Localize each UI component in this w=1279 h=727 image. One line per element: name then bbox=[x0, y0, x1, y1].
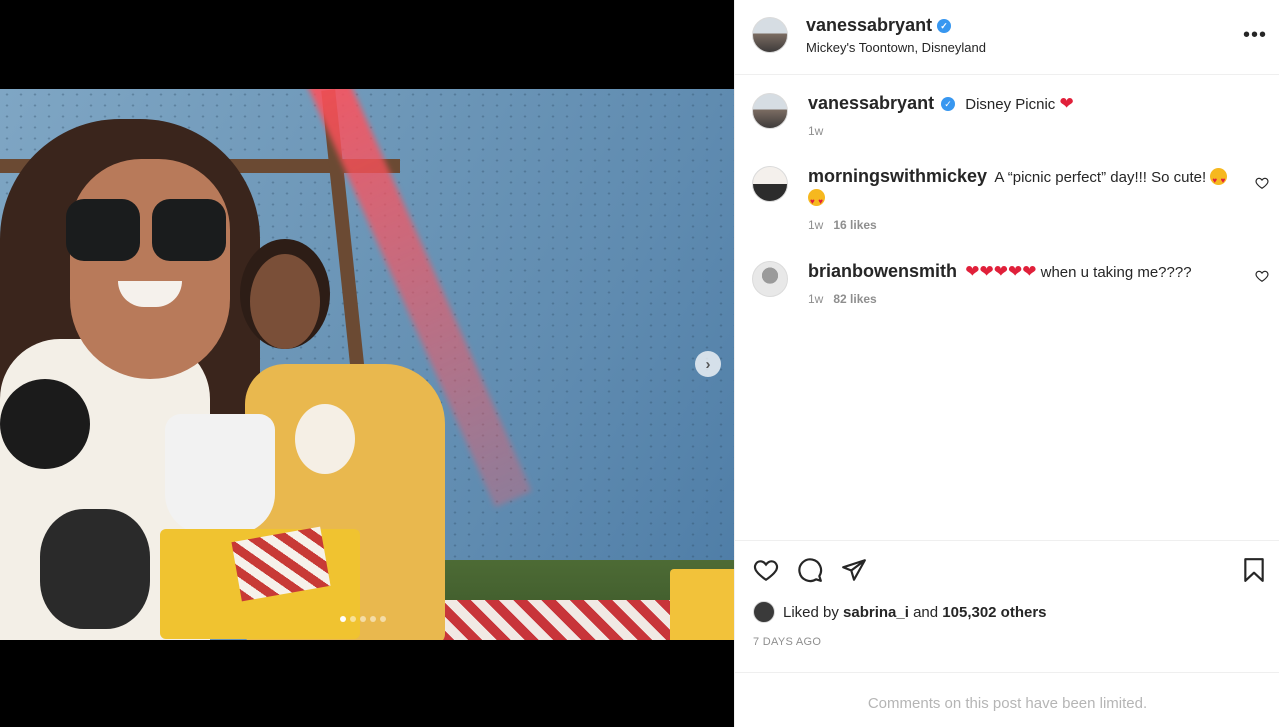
liked-by-prefix: Liked by bbox=[783, 603, 839, 621]
liked-by-user[interactable]: sabrina_i bbox=[843, 604, 909, 621]
carousel-dots bbox=[340, 616, 386, 622]
more-horizontal-icon: ••• bbox=[1243, 24, 1268, 46]
avatar[interactable] bbox=[753, 601, 775, 623]
liked-by-and: and bbox=[913, 603, 939, 621]
verified-badge-icon: ✓ bbox=[937, 19, 951, 33]
comment-time: 1w bbox=[808, 218, 824, 232]
carousel-dot bbox=[340, 616, 346, 622]
heart-outline-icon[interactable] bbox=[753, 557, 779, 583]
post-header: vanessabryant ✓ Mickey's Toontown, Disne… bbox=[735, 0, 1279, 75]
more-options-button[interactable]: ••• bbox=[1243, 24, 1267, 47]
carousel-dot bbox=[370, 616, 376, 622]
liked-by: Liked by sabrina_i and 105,302 others bbox=[753, 601, 1047, 623]
comment-username[interactable]: morningswithmickey bbox=[808, 166, 987, 186]
comment-text: A “picnic perfect” day!!! So cute! bbox=[994, 169, 1207, 186]
avatar[interactable] bbox=[752, 17, 788, 53]
bookmark-icon[interactable] bbox=[1241, 557, 1267, 583]
carousel-dot bbox=[350, 616, 356, 622]
avatar[interactable] bbox=[752, 261, 788, 297]
carousel-next-button[interactable]: › bbox=[695, 351, 721, 377]
red-heart-emoji-icon: ❤ bbox=[979, 262, 994, 281]
comments-limited-notice: Comments on this post have been limited. bbox=[735, 672, 1279, 727]
post-side-panel: vanessabryant ✓ Mickey's Toontown, Disne… bbox=[734, 0, 1279, 727]
caption-text: Disney Picnic bbox=[965, 96, 1056, 113]
carousel-dot bbox=[380, 616, 386, 622]
caption-time: 1w bbox=[808, 124, 824, 138]
post-timestamp[interactable]: 7 DAYS AGO bbox=[753, 636, 821, 648]
post-media: › bbox=[0, 0, 734, 727]
post-author-username[interactable]: vanessabryant bbox=[806, 15, 932, 36]
comment-time: 1w bbox=[808, 292, 824, 306]
caption-username[interactable]: vanessabryant bbox=[808, 93, 934, 113]
comment-text: when u taking me???? bbox=[1040, 264, 1192, 281]
liked-by-others[interactable]: 105,302 others bbox=[942, 604, 1046, 621]
avatar[interactable] bbox=[752, 166, 788, 202]
comment-bubble-icon[interactable] bbox=[797, 557, 823, 583]
red-heart-emoji-icon: ❤ bbox=[993, 262, 1008, 281]
heart-eyes-emoji-icon bbox=[1210, 168, 1228, 191]
comment-likes[interactable]: 82 likes bbox=[833, 292, 876, 306]
post-photo[interactable] bbox=[0, 89, 734, 640]
heart-eyes-emoji-icon bbox=[808, 189, 825, 212]
verified-badge-icon: ✓ bbox=[941, 97, 956, 111]
red-heart-emoji-icon: ❤ bbox=[965, 262, 980, 281]
comment-like-heart-icon[interactable] bbox=[1255, 269, 1269, 283]
post-actions: Liked by sabrina_i and 105,302 others 7 … bbox=[735, 540, 1279, 672]
avatar[interactable] bbox=[752, 93, 788, 129]
chevron-right-icon: › bbox=[705, 355, 711, 373]
comment-likes[interactable]: 16 likes bbox=[833, 218, 876, 232]
paper-plane-icon[interactable] bbox=[841, 557, 867, 583]
red-heart-emoji-icon: ❤ bbox=[1022, 262, 1037, 281]
comment-like-heart-icon[interactable] bbox=[1255, 176, 1269, 190]
post-location[interactable]: Mickey's Toontown, Disneyland bbox=[806, 40, 986, 55]
comment-username[interactable]: brianbowensmith bbox=[808, 261, 957, 281]
red-heart-emoji-icon: ❤ bbox=[1007, 262, 1023, 281]
red-heart-emoji-icon: ❤ bbox=[1059, 94, 1074, 113]
carousel-dot bbox=[360, 616, 366, 622]
